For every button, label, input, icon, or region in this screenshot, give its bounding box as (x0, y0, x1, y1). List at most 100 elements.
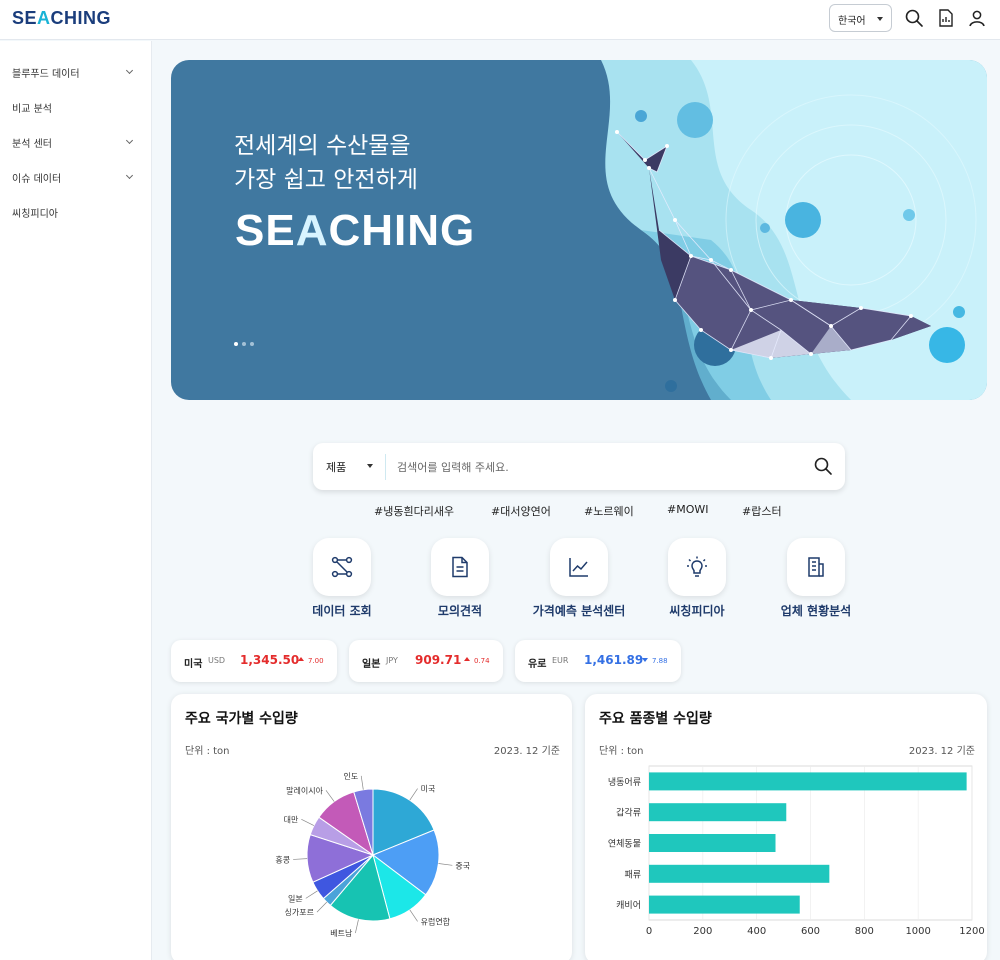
y-category-label: 연체동물 (608, 839, 641, 850)
bar[interactable] (649, 772, 967, 791)
pie-label: 말레이시아 (286, 785, 323, 795)
y-category-label: 냉동어류 (608, 777, 641, 788)
arrow-down-icon (642, 658, 648, 662)
x-tick-label: 0 (646, 926, 652, 937)
sidebar-item-seachingpedia[interactable]: 씨칭피디아 (12, 205, 138, 225)
x-tick-label: 400 (747, 926, 766, 937)
pie-label: 싱가포르 (285, 907, 314, 917)
pie-chart: 미국중국유럽연합베트남 싱가포르 일본 홍콩 대만 말레이시아 인도 (275, 771, 470, 938)
language-label: 한국어 (838, 16, 866, 27)
sidebar-item-label: 블루푸드 데이터 (12, 69, 80, 80)
exchange-rate-card-usd[interactable]: 미국 USD 1,345.50 7.00 (171, 640, 337, 682)
pie-label: 중국 (455, 861, 470, 870)
bar-chart: 0 200 400 600 800 1000 1200 냉동어류갑각류연체동물패류캐비어 (608, 765, 985, 937)
chevron-down-icon (125, 171, 134, 180)
sidebar-item-bluefood-data[interactable]: 블루푸드 데이터 (12, 65, 138, 85)
exchange-rate-card-jpy[interactable]: 일본 JPY 909.71 0.74 (349, 640, 503, 682)
building-icon (808, 557, 824, 577)
sidebar-item-analysis-center[interactable]: 분석 센터 (12, 135, 138, 155)
pie-leader-line (355, 919, 359, 934)
search-input[interactable] (397, 456, 777, 478)
x-tick-label: 200 (693, 926, 712, 937)
carousel-dots (234, 331, 258, 350)
sidebar-item-issue-data[interactable]: 이슈 데이터 (12, 170, 138, 190)
quick-menu-seachingpedia[interactable] (668, 538, 726, 596)
sidebar-item-label: 씨칭피디아 (12, 209, 58, 220)
pie-leader-line (360, 775, 364, 790)
data-flow-icon (331, 556, 353, 578)
bar[interactable] (649, 803, 787, 822)
fx-change: 0.74 (474, 657, 490, 665)
fx-change: 7.00 (308, 657, 324, 665)
carousel-dot[interactable] (242, 342, 246, 346)
banner-headline-line1: 전세계의 수산물을 (234, 133, 411, 159)
pie-label: 베트남 (330, 929, 353, 938)
pie-label: 유럽연합 (421, 917, 451, 926)
exchange-rate-card-eur[interactable]: 유로 EUR 1,461.89 7.88 (515, 640, 681, 682)
fx-country: 일본 (362, 659, 381, 670)
quick-menu-mock-estimate[interactable] (431, 538, 489, 596)
pie-label: 홍콩 (275, 854, 290, 864)
sidebar: 블루푸드 데이터 비교 분석 분석 센터 이슈 데이터 씨칭피디아 (0, 41, 152, 960)
quick-menu-label[interactable]: 업체 현황분석 (766, 602, 866, 619)
chevron-down-icon (125, 66, 134, 75)
pie-leader-line (409, 788, 418, 801)
bar[interactable] (649, 834, 776, 852)
quick-menu-label[interactable]: 데이터 조회 (300, 602, 384, 619)
report-icon[interactable] (936, 8, 956, 28)
quick-menu-label[interactable]: 가격예측 분석센터 (519, 602, 639, 619)
fx-value: 1,461.89 (584, 653, 644, 667)
hashtag-link[interactable]: #MOWI (667, 503, 709, 516)
pie-leader-line (301, 819, 315, 826)
fx-value: 1,345.50 (240, 653, 300, 667)
hero-banner[interactable]: 전세계의 수산물을 가장 쉽고 안전하게 SEACHING (171, 60, 987, 400)
item-import-panel: 주요 품종별 수입량 단위 : ton 2023. 12 기준 0 200 400 6… (585, 694, 987, 960)
search-category-select[interactable]: 제품 (326, 459, 346, 475)
fx-country: 미국 (184, 659, 203, 670)
x-tick-label: 1200 (959, 926, 984, 937)
carousel-dot-active[interactable] (234, 342, 238, 346)
quick-menu-label[interactable]: 모의견적 (418, 602, 502, 619)
quick-menu-company-analysis[interactable] (787, 538, 845, 596)
pie-leader-line (409, 909, 418, 922)
pie-leader-line (438, 863, 453, 866)
bar[interactable] (649, 864, 830, 883)
sidebar-item-label: 분석 센터 (12, 139, 52, 150)
search-icon[interactable] (904, 8, 924, 28)
pie-label: 인도 (343, 771, 358, 781)
fx-currency: EUR (552, 656, 569, 665)
x-tick-label: 800 (855, 926, 874, 937)
language-select[interactable]: 한국어 (829, 4, 892, 32)
quick-menu-data-lookup[interactable] (313, 538, 371, 596)
logo[interactable]: SEACHING (12, 8, 111, 29)
sidebar-item-compare-analysis[interactable]: 비교 분석 (12, 100, 138, 120)
pie-leader-line (305, 890, 318, 899)
chevron-down-icon (125, 136, 134, 145)
search-icon[interactable] (813, 456, 833, 476)
pie-label: 미국 (421, 785, 436, 794)
pie-label: 일본 (288, 894, 303, 903)
hashtag-link[interactable]: #대서양연어 (491, 503, 551, 519)
country-import-panel: 주요 국가별 수입량 단위 : ton 2023. 12 기준 미국 중국 유럽연합… (171, 694, 572, 960)
bar[interactable] (649, 895, 800, 914)
quick-menu-price-forecast[interactable] (550, 538, 608, 596)
quick-menu-label[interactable]: 씨칭피디아 (655, 602, 739, 619)
hashtag-link[interactable]: #랍스터 (742, 503, 782, 519)
fx-change: 7.88 (652, 657, 668, 665)
hashtag-link[interactable]: #노르웨이 (584, 503, 634, 519)
carousel-dot[interactable] (250, 342, 254, 346)
caret-down-icon[interactable] (367, 464, 373, 468)
user-icon[interactable] (967, 8, 987, 28)
lightbulb-icon (687, 556, 707, 577)
hashtag-link[interactable]: #냉동흰다리새우 (374, 503, 454, 519)
sidebar-item-label: 비교 분석 (12, 104, 52, 115)
pie-leader-line (316, 901, 328, 913)
arrow-up-icon (298, 657, 304, 661)
fx-currency: USD (208, 656, 226, 665)
search-divider (385, 454, 386, 480)
x-tick-label: 1000 (905, 926, 930, 937)
y-category-label: 갑각류 (616, 807, 641, 819)
sidebar-item-label: 이슈 데이터 (12, 174, 62, 185)
pie-leader-line (293, 858, 308, 860)
y-category-label: 캐비어 (616, 900, 641, 911)
